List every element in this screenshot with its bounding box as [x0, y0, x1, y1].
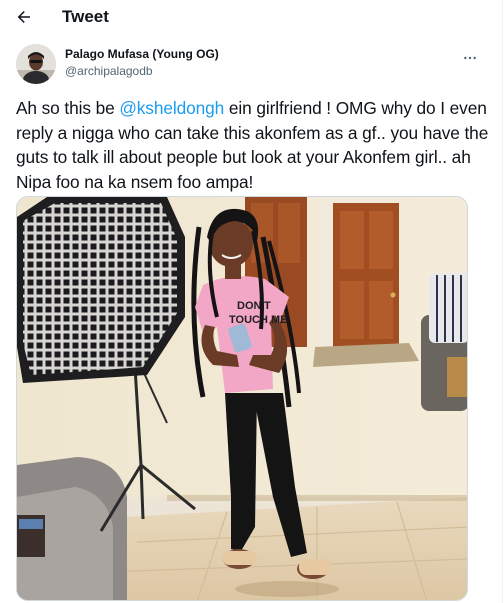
- tweet-text-part: Ah so this be: [16, 98, 120, 118]
- mention-link[interactable]: @ksheldongh: [119, 98, 224, 118]
- tweet-text: Ah so this be @ksheldongh ein girlfriend…: [16, 96, 494, 194]
- shirt-text-line2: TOUCH ME: [229, 314, 287, 326]
- avatar[interactable]: [16, 44, 56, 84]
- page-title: Tweet: [62, 7, 109, 26]
- tweet-page: Tweet Palago Mufasa (Young OG) @archipal…: [0, 0, 503, 603]
- arrow-left-icon: [17, 11, 30, 23]
- author-handle[interactable]: @archipalagodb: [65, 64, 153, 79]
- top-bar: Tweet: [0, 0, 503, 34]
- more-options-button[interactable]: [458, 46, 482, 70]
- author-name[interactable]: Palago Mufasa (Young OG): [65, 47, 219, 62]
- back-button[interactable]: [10, 3, 38, 31]
- tweet-photo[interactable]: DON'T TOUCH ME: [16, 196, 468, 601]
- tweet-author: Palago Mufasa (Young OG) @archipalagodb: [16, 44, 488, 88]
- shirt-text-line1: DON'T: [237, 300, 271, 312]
- more-horizontal-icon: [464, 56, 476, 60]
